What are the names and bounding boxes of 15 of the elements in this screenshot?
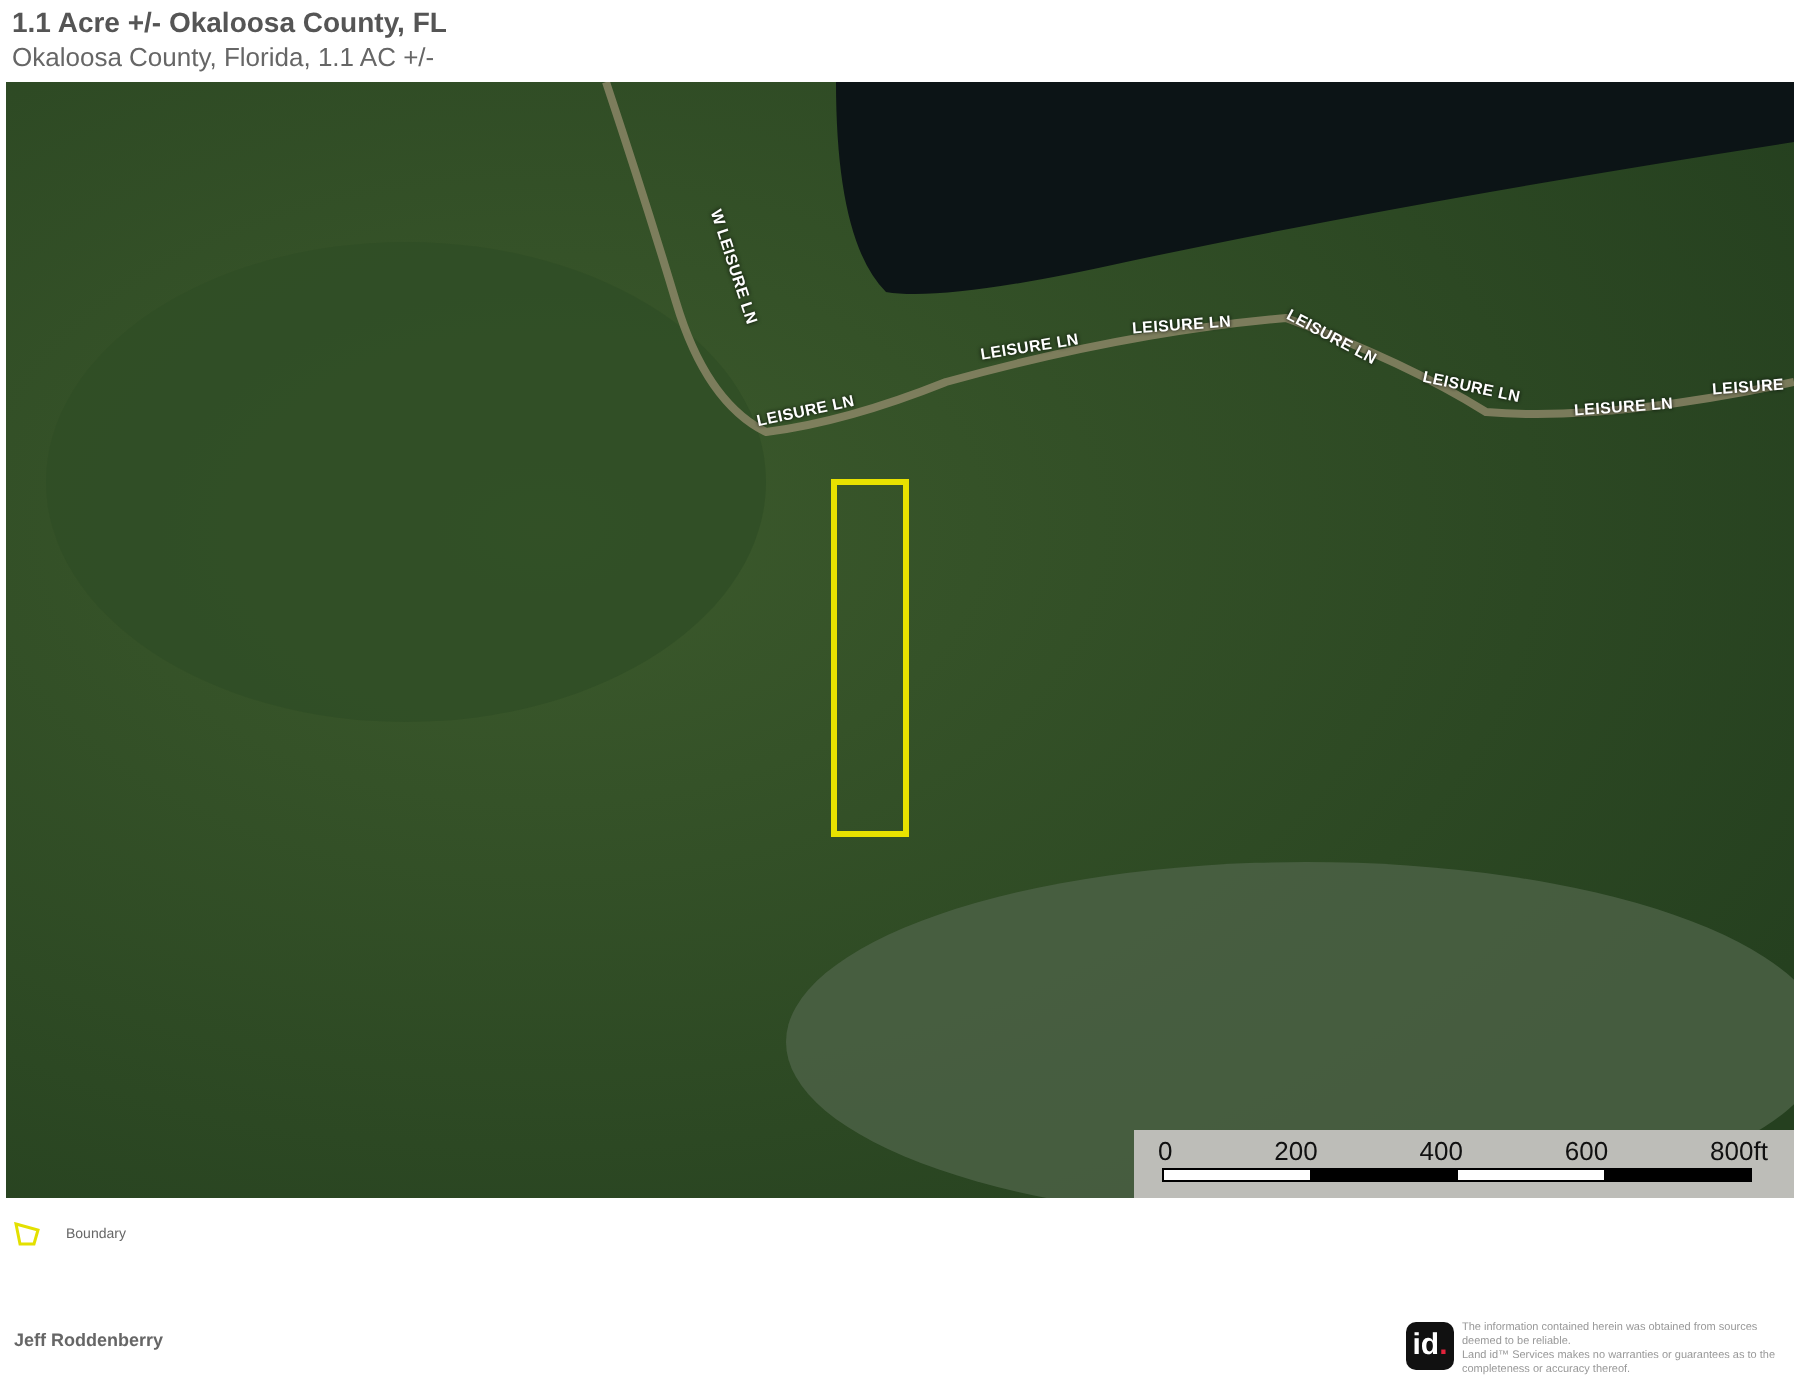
logo-badge: id. (1406, 1322, 1454, 1370)
road-label: LEISURE LN (1131, 312, 1232, 338)
road-label: LEISURE LN (1421, 367, 1522, 407)
scale-label: 600 (1564, 1138, 1609, 1164)
road-label: LEISURE LN (755, 391, 856, 431)
scale-label: 200 (1274, 1138, 1318, 1164)
agent-name: Jeff Roddenberry (14, 1330, 164, 1350)
report-title: 1.1 Acre +/- Okaloosa County, FL (10, 4, 449, 40)
scale-label: 800ft (1710, 1138, 1768, 1164)
report-subtitle: Okaloosa County, Florida, 1.1 AC +/- (10, 40, 437, 74)
scale-label: 400 (1419, 1138, 1463, 1164)
scale-label: 0 (1158, 1138, 1173, 1164)
road-label: LEISURE LN (1573, 394, 1674, 420)
road-label: LEISURE LN (979, 330, 1080, 364)
road-label: LEISURE (1711, 375, 1785, 399)
